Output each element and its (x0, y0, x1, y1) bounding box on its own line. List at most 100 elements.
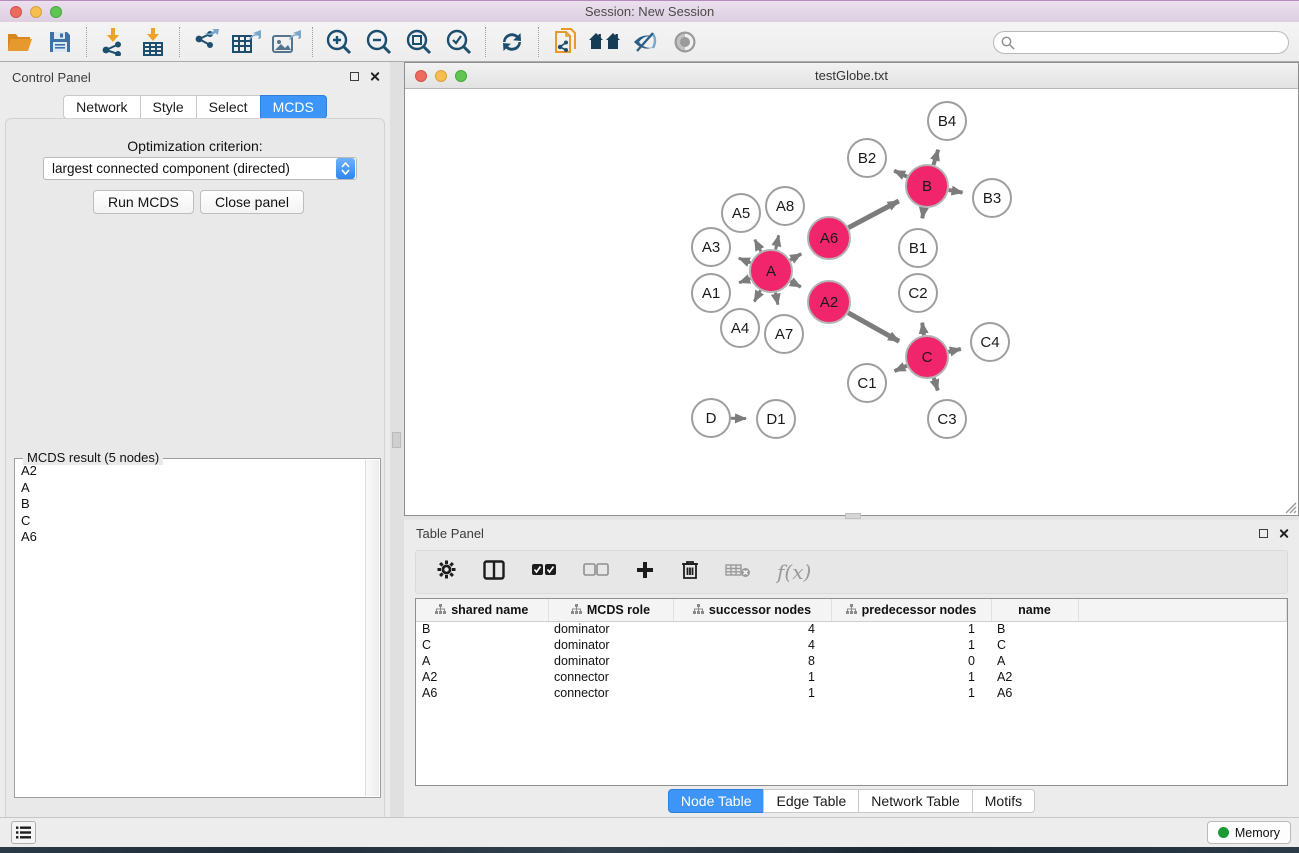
table-cell[interactable]: 1 (831, 685, 991, 701)
table-cell[interactable]: connector (548, 669, 673, 685)
column-header-predecessor-nodes[interactable]: predecessor nodes (831, 599, 991, 621)
table-cell[interactable]: A2 (991, 669, 1078, 685)
table-row[interactable]: A2connector11A2 (416, 669, 1287, 685)
clone-network-icon[interactable] (545, 24, 585, 60)
table-cell[interactable]: A (416, 653, 548, 669)
export-image-icon[interactable] (266, 24, 306, 60)
table-cell[interactable]: dominator (548, 637, 673, 653)
delete-table-icon[interactable] (725, 562, 751, 583)
edge-A-A4[interactable] (754, 290, 760, 301)
table-cell[interactable]: dominator (548, 653, 673, 669)
node-C2[interactable]: C2 (899, 274, 937, 312)
node-A3[interactable]: A3 (692, 228, 730, 266)
node-C1[interactable]: C1 (848, 364, 886, 402)
result-list-item[interactable]: B (17, 496, 364, 513)
tab-edge-table[interactable]: Edge Table (763, 789, 859, 813)
network-canvas[interactable]: B4B2BB3A8A5A6A3B1AA1C2A2A4A7C4CC1C3DD1 (405, 89, 1298, 515)
zoom-selected-icon[interactable] (439, 24, 479, 60)
divider-handle[interactable] (392, 432, 401, 448)
table-cell[interactable]: connector (548, 685, 673, 701)
table-cell[interactable]: A2 (416, 669, 548, 685)
table-row[interactable]: A6connector11A6 (416, 685, 1287, 701)
refresh-layout-icon[interactable] (492, 24, 532, 60)
optimization-criterion-select[interactable]: largest connected component (directed) (43, 157, 357, 180)
home-icon[interactable] (585, 24, 625, 60)
close-table-panel-icon[interactable] (1278, 528, 1289, 539)
table-cell[interactable]: C (416, 637, 548, 653)
edge-B-B1[interactable] (922, 208, 924, 219)
table-cell[interactable]: B (416, 621, 548, 637)
table-cell[interactable]: 1 (673, 669, 831, 685)
zoom-out-icon[interactable] (359, 24, 399, 60)
table-cell[interactable]: 8 (673, 653, 831, 669)
gear-icon[interactable] (436, 559, 457, 585)
result-list-item[interactable]: A6 (17, 529, 364, 546)
table-cell[interactable]: 1 (831, 621, 991, 637)
float-panel-icon[interactable] (350, 72, 359, 81)
table-row[interactable]: Adominator80A (416, 653, 1287, 669)
edge-A-A6[interactable] (790, 254, 801, 260)
column-header-name[interactable]: name (991, 599, 1078, 621)
search-input[interactable] (993, 31, 1289, 54)
node-D1[interactable]: D1 (757, 400, 795, 438)
hide-details-icon[interactable] (625, 24, 665, 60)
save-session-icon[interactable] (40, 24, 80, 60)
tab-style[interactable]: Style (140, 95, 197, 119)
tab-motifs[interactable]: Motifs (972, 789, 1035, 813)
tab-network[interactable]: Network (63, 95, 140, 119)
node-A[interactable]: A (750, 250, 792, 292)
node-C[interactable]: C (906, 336, 948, 378)
table-cell[interactable]: C (991, 637, 1078, 653)
table-cell[interactable]: 1 (831, 637, 991, 653)
function-builder-icon[interactable]: f(x) (777, 560, 811, 584)
zoom-in-icon[interactable] (319, 24, 359, 60)
table-row[interactable]: Cdominator41C (416, 637, 1287, 653)
edge-B-B4[interactable] (933, 150, 938, 165)
close-panel-button[interactable]: Close panel (200, 190, 304, 214)
edge-A2-C[interactable] (848, 313, 899, 342)
import-network-icon[interactable] (93, 24, 133, 60)
column-header-MCDS-role[interactable]: MCDS role (548, 599, 673, 621)
edge-A-A3[interactable] (739, 258, 751, 263)
edge-A-A7[interactable] (775, 293, 777, 305)
column-view-icon[interactable] (483, 560, 505, 585)
node-A2[interactable]: A2 (808, 281, 850, 323)
table-cell[interactable]: A6 (416, 685, 548, 701)
select-all-icon[interactable] (531, 563, 557, 581)
node-B1[interactable]: B1 (899, 229, 937, 267)
node-B4[interactable]: B4 (928, 102, 966, 140)
node-A4[interactable]: A4 (721, 309, 759, 347)
float-table-panel-icon[interactable] (1259, 529, 1268, 538)
column-header-shared-name[interactable]: shared name (416, 599, 548, 621)
import-table-icon[interactable] (133, 24, 173, 60)
node-C3[interactable]: C3 (928, 400, 966, 438)
horizontal-divider-handle[interactable] (845, 513, 861, 519)
edge-B-B2[interactable] (894, 171, 907, 177)
edge-C-C1[interactable] (895, 366, 907, 371)
resize-grip-icon[interactable] (1283, 500, 1297, 514)
close-panel-icon[interactable] (369, 71, 380, 82)
vertical-split-divider[interactable] (390, 62, 404, 817)
result-list-item[interactable]: A2 (17, 463, 364, 480)
table-row[interactable]: Bdominator41B (416, 621, 1287, 637)
table-cell[interactable]: 0 (831, 653, 991, 669)
node-D[interactable]: D (692, 399, 730, 437)
edge-A6-B[interactable] (848, 201, 898, 228)
node-B[interactable]: B (906, 165, 948, 207)
table-cell[interactable]: B (991, 621, 1078, 637)
zoom-fit-icon[interactable] (399, 24, 439, 60)
mcds-result-list[interactable]: A2ABCA6 (17, 463, 364, 795)
node-A8[interactable]: A8 (766, 187, 804, 225)
export-network-icon[interactable] (186, 24, 226, 60)
edge-A-A1[interactable] (739, 279, 750, 283)
edge-A-A8[interactable] (776, 235, 779, 249)
column-header-successor-nodes[interactable]: successor nodes (673, 599, 831, 621)
node-B2[interactable]: B2 (848, 139, 886, 177)
open-file-icon[interactable] (0, 24, 40, 60)
deselect-all-icon[interactable] (583, 563, 609, 581)
scrollbar[interactable] (365, 460, 379, 796)
edge-A-A2[interactable] (790, 281, 800, 287)
show-details-icon[interactable] (665, 24, 705, 60)
edge-C-C2[interactable] (922, 323, 924, 336)
task-history-button[interactable] (11, 821, 36, 844)
